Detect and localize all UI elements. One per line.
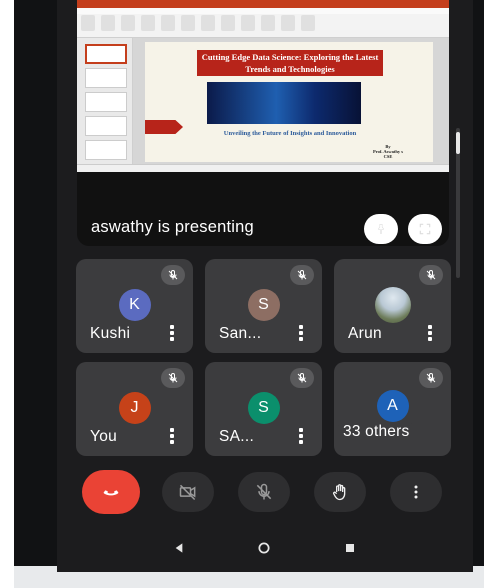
pin-icon bbox=[378, 224, 384, 235]
more-vert-icon[interactable] bbox=[298, 325, 304, 341]
avatar: S bbox=[247, 289, 280, 321]
end-call-icon bbox=[103, 490, 119, 496]
more-vert-icon[interactable] bbox=[169, 325, 175, 341]
mic-off-icon bbox=[161, 368, 185, 388]
pin-button[interactable] bbox=[364, 214, 398, 244]
mic-off-icon bbox=[290, 265, 314, 285]
presentation-view[interactable]: Cutting Edge Data Science: Exploring the… bbox=[77, 0, 449, 246]
raise-hand-button[interactable] bbox=[314, 472, 366, 512]
back-icon bbox=[175, 543, 183, 553]
participant-name: You bbox=[90, 428, 118, 445]
phone-screen: Cutting Edge Data Science: Exploring the… bbox=[57, 0, 473, 572]
slide-thumbnails bbox=[77, 38, 133, 164]
slide-canvas: Cutting Edge Data Science: Exploring the… bbox=[133, 38, 449, 164]
nav-home-button[interactable] bbox=[253, 538, 275, 558]
others-tile[interactable]: A 33 others bbox=[334, 362, 451, 456]
participant-name: San... bbox=[219, 325, 262, 342]
participant-tile[interactable]: S SA... bbox=[205, 362, 322, 456]
raise-hand-icon bbox=[333, 484, 346, 501]
avatar: K bbox=[118, 289, 151, 321]
scrollbar-thumb[interactable] bbox=[456, 132, 460, 154]
avatar: A bbox=[376, 390, 409, 422]
participant-tile[interactable]: J You bbox=[76, 362, 193, 456]
slide-thumbnail bbox=[85, 68, 127, 88]
more-vert-icon bbox=[414, 485, 418, 499]
participant-tile[interactable]: Arun bbox=[334, 259, 451, 353]
powerpoint-toolbar bbox=[81, 15, 445, 35]
end-call-button[interactable] bbox=[82, 470, 140, 514]
avatar: S bbox=[247, 392, 280, 424]
slide-arrow-shape bbox=[145, 120, 183, 134]
more-vert-icon[interactable] bbox=[298, 428, 304, 444]
participant-tile[interactable]: S San... bbox=[205, 259, 322, 353]
slide-byline: By Prof. Aswathy s CSE bbox=[373, 144, 404, 159]
fullscreen-button[interactable] bbox=[408, 214, 442, 244]
slide-image bbox=[207, 82, 361, 124]
participant-name: SA... bbox=[219, 428, 255, 445]
powerpoint-statusbar bbox=[77, 164, 449, 172]
camera-toggle-button[interactable] bbox=[162, 472, 214, 512]
slide-thumbnail bbox=[85, 140, 127, 160]
fullscreen-icon bbox=[419, 223, 431, 235]
slide-thumbnail bbox=[85, 116, 127, 136]
mic-off-icon bbox=[256, 483, 272, 500]
powerpoint-ribbon bbox=[77, 0, 449, 38]
participant-name: Kushi bbox=[90, 325, 131, 342]
more-vert-icon[interactable] bbox=[427, 325, 433, 341]
mic-off-icon bbox=[290, 368, 314, 388]
participant-name: Arun bbox=[348, 325, 382, 342]
avatar: J bbox=[118, 392, 151, 424]
mic-off-icon bbox=[161, 265, 185, 285]
slide-thumbnail bbox=[85, 44, 127, 64]
recents-icon bbox=[346, 544, 354, 552]
more-vert-icon[interactable] bbox=[169, 428, 175, 444]
slide-subtitle: Unveiling the Future of Insights and Inn… bbox=[223, 130, 357, 137]
more-options-button[interactable] bbox=[390, 472, 442, 512]
others-count-label: 33 others bbox=[338, 422, 415, 442]
powerpoint-titlebar bbox=[77, 0, 449, 8]
mic-off-icon bbox=[419, 265, 443, 285]
mic-off-icon bbox=[419, 368, 443, 388]
camera-off-icon bbox=[179, 484, 196, 501]
slide: Cutting Edge Data Science: Exploring the… bbox=[145, 42, 433, 162]
presenting-label: aswathy is presenting bbox=[91, 218, 254, 236]
mic-toggle-button[interactable] bbox=[238, 472, 290, 512]
avatar-photo bbox=[374, 287, 411, 323]
participant-tile[interactable]: K Kushi bbox=[76, 259, 193, 353]
powerpoint-tabs bbox=[77, 8, 449, 14]
nav-back-button[interactable] bbox=[169, 538, 189, 558]
slide-title: Cutting Edge Data Science: Exploring the… bbox=[197, 50, 383, 76]
slide-thumbnail bbox=[85, 92, 127, 112]
nav-recents-button[interactable] bbox=[340, 538, 360, 558]
home-icon bbox=[258, 542, 270, 554]
